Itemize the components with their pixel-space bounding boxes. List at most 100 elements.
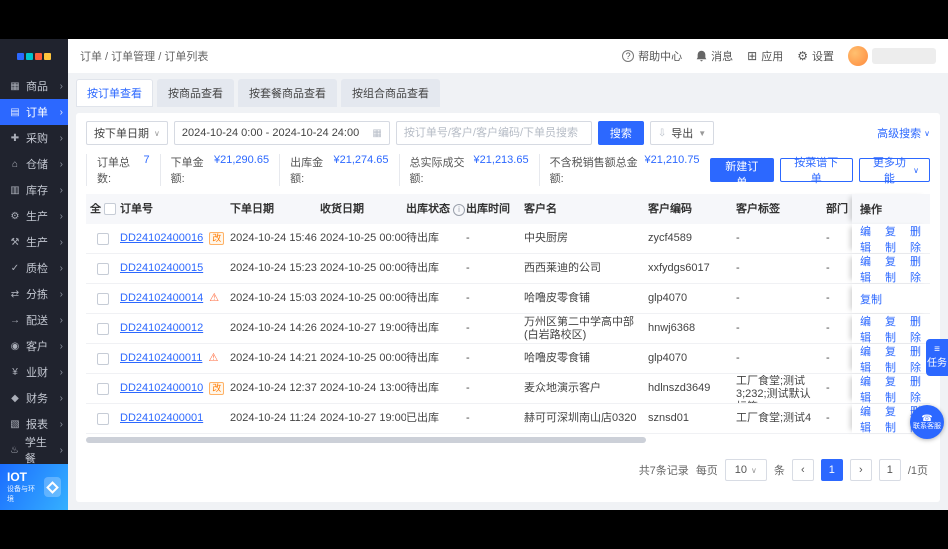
col-header-order-no[interactable]: 订单号 <box>120 203 230 216</box>
col-header-customer-name[interactable]: 客户名 <box>524 203 648 216</box>
avatar <box>848 46 868 66</box>
task-float-button[interactable]: ≡ 任务 <box>926 339 948 376</box>
edit-link[interactable]: 编辑 <box>860 343 880 375</box>
view-tab[interactable]: 按订单查看 <box>76 79 153 107</box>
new-order-button[interactable]: 新建订单 <box>709 158 774 189</box>
date-range-picker[interactable]: 2024-10-24 0:00 - 2024-10-24 24:00 ▦ <box>173 121 390 145</box>
advanced-search-link[interactable]: 高级搜索 ∨ <box>877 125 930 141</box>
chevron-down-icon: ∨ <box>913 165 919 175</box>
col-header-receive-date[interactable]: 收货日期 <box>320 203 406 216</box>
help-center-button[interactable]: ? 帮助中心 <box>622 48 682 64</box>
view-tab[interactable]: 按套餐商品查看 <box>238 79 337 107</box>
order-number-link[interactable]: DD24102400010 <box>120 382 203 394</box>
row-checkbox[interactable] <box>97 232 109 245</box>
copy-link[interactable]: 复制 <box>885 313 905 345</box>
row-checkbox[interactable] <box>97 292 109 305</box>
order-number-link[interactable]: DD24102400011 <box>120 352 202 364</box>
order-number-link[interactable]: DD24102400001 <box>120 412 203 424</box>
total-pages-label: /1页 <box>907 465 928 477</box>
user-account[interactable] <box>848 46 936 66</box>
apps-button[interactable]: ⊞ 应用 <box>747 48 783 64</box>
edit-link[interactable]: 编辑 <box>860 403 880 435</box>
page-1-button[interactable]: 1 <box>820 459 843 481</box>
search-button[interactable]: 搜索 <box>597 121 644 145</box>
sidebar-item[interactable]: ⇄ 分拣 › <box>0 281 68 307</box>
more-functions-button[interactable]: 更多功能 ∨ <box>858 157 930 185</box>
delete-link[interactable]: 删除 <box>910 253 930 285</box>
copy-link[interactable]: 复制 <box>885 343 905 375</box>
order-date-cell: 2024-10-24 14:21 <box>230 352 317 364</box>
sidebar: ▦ 商品 › ▤ 订单 › ✚ 采购 › ⌂ 仓储 › ▥ 库存 › ⚙ 生产 … <box>0 39 68 510</box>
sidebar-item[interactable]: ▥ 库存 › <box>0 177 68 203</box>
row-actions: 编辑 复制 删除 <box>852 373 930 405</box>
sidebar-item[interactable]: ✓ 质检 › <box>0 255 68 281</box>
customer-name-cell: 中央厨房 <box>524 232 568 244</box>
iot-panel[interactable]: IOT 设备与环境 <box>0 464 68 510</box>
sidebar-item[interactable]: ⚒ 生产 › <box>0 229 68 255</box>
export-dropdown[interactable]: ⇩ 导出 ▼ <box>649 121 715 145</box>
sidebar-item[interactable]: ◉ 客户 › <box>0 333 68 359</box>
edit-link[interactable]: 编辑 <box>860 373 880 405</box>
row-checkbox-cell <box>86 412 120 425</box>
delete-link[interactable]: 删除 <box>910 223 930 255</box>
messages-button[interactable]: 消息 <box>696 48 733 64</box>
row-checkbox[interactable] <box>97 352 109 365</box>
sidebar-item[interactable]: ⌂ 仓储 › <box>0 151 68 177</box>
sidebar-item[interactable]: → 配送 › <box>0 307 68 333</box>
next-page-button[interactable]: › <box>849 459 872 481</box>
row-checkbox[interactable] <box>97 322 109 335</box>
copy-link[interactable]: 复制 <box>885 253 905 285</box>
col-header-outbound-status[interactable]: 出库状态 <box>406 203 466 216</box>
col-header-order-date[interactable]: 下单日期 <box>230 203 320 216</box>
sidebar-item[interactable]: ▦ 商品 › <box>0 73 68 99</box>
col-header-customer-code[interactable]: 客户编码 <box>648 203 736 216</box>
copy-link[interactable]: 复制 <box>860 291 882 307</box>
col-header-customer-tag[interactable]: 客户标签 <box>736 203 826 216</box>
copy-link[interactable]: 复制 <box>885 373 905 405</box>
outbound-status: 待出库 <box>406 352 439 364</box>
page-size-select[interactable]: 10 ∨ <box>724 459 767 481</box>
sidebar-item[interactable]: ¥ 业财 › <box>0 359 68 385</box>
sidebar-item[interactable]: ♨ 学生餐 › <box>0 437 68 464</box>
sidebar-item[interactable]: ⚙ 生产 › <box>0 203 68 229</box>
chevron-right-icon: › <box>59 106 63 118</box>
view-tab[interactable]: 按组合商品查看 <box>341 79 440 107</box>
sidebar-item[interactable]: ◆ 财务 › <box>0 385 68 411</box>
jump-page-input[interactable]: 1 <box>878 459 901 481</box>
order-number-link[interactable]: DD24102400014 <box>120 292 203 304</box>
chevron-down-icon: ∨ <box>924 128 930 138</box>
horizontal-scrollbar[interactable] <box>86 437 646 443</box>
date-type-dropdown[interactable]: 按下单日期 ∨ <box>86 121 168 145</box>
contact-service-button[interactable]: ☎ 联系客服 <box>910 405 944 439</box>
apps-grid-icon: ⊞ <box>747 49 758 63</box>
sidebar-item-label: 报表 <box>26 419 48 431</box>
unit-label: 条 <box>773 465 785 477</box>
order-no-cell: DD24102400001 <box>120 412 230 425</box>
order-number-link[interactable]: DD24102400012 <box>120 322 203 334</box>
row-checkbox[interactable] <box>97 412 109 425</box>
copy-link[interactable]: 复制 <box>885 223 905 255</box>
receive-date-cell: 2024-10-27 19:00 <box>320 412 406 424</box>
settings-button[interactable]: ⚙ 设置 <box>797 48 834 64</box>
summary-value: ¥21,274.65 <box>333 154 389 166</box>
prev-page-button[interactable]: ‹ <box>791 459 814 481</box>
search-input[interactable] <box>395 121 592 145</box>
row-checkbox[interactable] <box>97 262 109 275</box>
select-all-checkbox[interactable] <box>104 203 116 215</box>
sidebar-item[interactable]: ▤ 订单 › <box>0 99 68 125</box>
main-area: 订单 / 订单管理 / 订单列表 ? 帮助中心 消息 ⊞ 应用 ⚙ 设置 按订单… <box>68 39 948 510</box>
order-number-link[interactable]: DD24102400016 <box>120 232 203 244</box>
recipe-order-button[interactable]: 按菜谱下单 <box>779 157 853 185</box>
view-tab[interactable]: 按商品查看 <box>157 79 234 107</box>
row-checkbox[interactable] <box>97 382 109 395</box>
sidebar-item[interactable]: ✚ 采购 › <box>0 125 68 151</box>
chevron-down-icon: ∨ <box>751 465 757 475</box>
edit-link[interactable]: 编辑 <box>860 223 880 255</box>
edit-link[interactable]: 编辑 <box>860 253 880 285</box>
summary-value: ¥21,290.65 <box>214 154 270 166</box>
order-number-link[interactable]: DD24102400015 <box>120 262 203 274</box>
edit-link[interactable]: 编辑 <box>860 313 880 345</box>
delete-link[interactable]: 删除 <box>910 373 930 405</box>
col-header-outbound-time[interactable]: 出库时间 <box>466 203 524 216</box>
copy-link[interactable]: 复制 <box>885 403 905 435</box>
